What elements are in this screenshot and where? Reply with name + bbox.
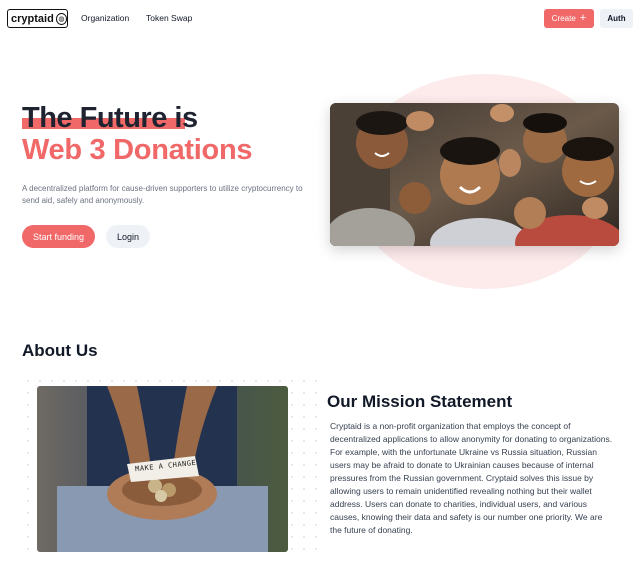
nav-link-token-swap[interactable]: Token Swap xyxy=(146,13,192,23)
plus-icon: + xyxy=(579,12,587,24)
top-nav: cryptaid ◍ Organization Token Swap Creat… xyxy=(0,0,640,38)
mission-statement-body: Cryptaid is a non-profit organization th… xyxy=(330,421,613,535)
hero-children-photo xyxy=(330,103,619,246)
hero-title-line2: Web 3 Donations xyxy=(22,134,253,166)
cryptaid-logo[interactable]: cryptaid ◍ xyxy=(7,9,68,28)
logo-text: cryptaid xyxy=(11,12,54,25)
logo-mark-icon: ◍ xyxy=(55,12,67,25)
hero-description: A decentralized platform for cause-drive… xyxy=(22,184,303,205)
about-heading: About Us xyxy=(22,341,98,360)
nav-link-organization[interactable]: Organization xyxy=(81,13,129,23)
start-funding-button[interactable]: Start funding xyxy=(22,225,95,248)
hero-title-line1: The Future is xyxy=(22,102,198,134)
create-button-label: Create xyxy=(551,14,576,23)
auth-button[interactable]: Auth xyxy=(600,9,633,28)
mission-statement-title: Our Mission Statement xyxy=(327,392,513,411)
donation-hands-photo: MAKE A CHANGE xyxy=(37,386,288,552)
login-button[interactable]: Login xyxy=(106,225,150,248)
create-button[interactable]: Create + xyxy=(544,9,594,28)
